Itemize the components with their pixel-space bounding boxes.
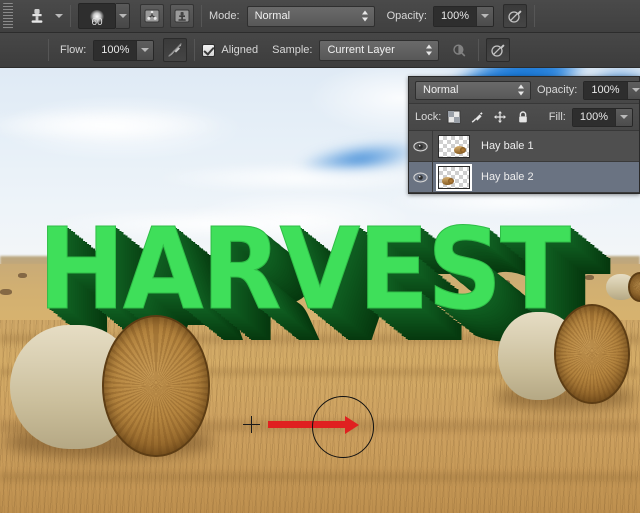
- layer-fill-field[interactable]: 100%: [572, 108, 633, 127]
- divider: [48, 39, 49, 61]
- aligned-label: Aligned: [221, 44, 258, 56]
- lock-image-pixels-icon[interactable]: [470, 110, 484, 124]
- tablet-pressure-size-icon[interactable]: [486, 38, 510, 62]
- transparent-hay-bale-thumbnail: [438, 166, 470, 189]
- distant-object: [585, 275, 594, 280]
- tool-preset-chevron-down-icon[interactable]: [55, 14, 63, 18]
- layer-blend-mode-select[interactable]: Normal: [415, 81, 531, 100]
- mode-label: Mode:: [209, 10, 240, 22]
- airbrush-icon[interactable]: [163, 38, 187, 62]
- lock-transparent-pixels-icon[interactable]: [447, 110, 461, 124]
- lock-buttons-group: [447, 110, 530, 124]
- distant-object: [18, 273, 27, 278]
- sample-label: Sample:: [272, 44, 312, 56]
- distant-object: [0, 289, 12, 295]
- opacity-label: Opacity:: [387, 10, 427, 22]
- transparent-hay-bale-thumbnail: [438, 135, 470, 158]
- layer-name: Hay bale 1: [475, 140, 534, 152]
- field-shadow-band: [0, 472, 640, 482]
- brush-size-value: 60: [79, 17, 115, 28]
- opacity-field[interactable]: 100%: [433, 6, 494, 27]
- layer-blend-mode-value: Normal: [423, 84, 458, 96]
- circular-brush-outline[interactable]: [312, 396, 374, 458]
- lock-all-icon[interactable]: [516, 110, 530, 124]
- divider: [201, 5, 202, 27]
- tool-options-bar-secondary: Flow: 100% Aligned Sample: Current Layer: [0, 33, 640, 68]
- lock-label: Lock:: [415, 111, 441, 123]
- opacity-chevron-down-icon[interactable]: [476, 7, 493, 26]
- flow-label: Flow:: [60, 44, 86, 56]
- layer-row-hay-bale-1[interactable]: Hay bale 1: [409, 131, 639, 162]
- hay-bale-right: [498, 304, 630, 410]
- sample-select[interactable]: Current Layer: [319, 40, 439, 61]
- layer-row-hay-bale-2[interactable]: Hay bale 2: [409, 162, 639, 193]
- layer-opacity-field[interactable]: 100%: [583, 81, 640, 100]
- divider: [70, 5, 71, 27]
- layers-blend-row: Normal Opacity: 100%: [409, 77, 639, 104]
- ignore-adjustment-layers-icon[interactable]: [447, 38, 471, 62]
- hay-bale-left: [10, 313, 210, 463]
- blend-mode-select[interactable]: Normal: [247, 6, 375, 27]
- brush-size-preview[interactable]: 60: [78, 3, 116, 29]
- layers-panel: Normal Opacity: 100% Lock:: [408, 76, 640, 194]
- tablet-pressure-opacity-icon[interactable]: [503, 4, 527, 28]
- lock-position-icon[interactable]: [493, 110, 507, 124]
- layer-name: Hay bale 2: [475, 171, 534, 183]
- flow-field[interactable]: 100%: [93, 40, 154, 61]
- layer-visibility-toggle[interactable]: [409, 162, 433, 193]
- toolbar-drag-grip[interactable]: [3, 3, 13, 29]
- layer-opacity-value: 100%: [584, 82, 626, 99]
- layer-visibility-toggle[interactable]: [409, 131, 433, 162]
- crosshair-icon: [243, 416, 260, 433]
- divider: [534, 5, 535, 27]
- fill-label: Fill:: [549, 111, 566, 123]
- layers-lock-row: Lock:: [409, 104, 639, 131]
- eye-icon: [413, 172, 428, 183]
- divider: [478, 39, 479, 61]
- stepper-icon: [362, 11, 369, 22]
- blend-mode-value: Normal: [255, 10, 290, 22]
- cloud: [150, 163, 450, 193]
- layer-fill-value: 100%: [573, 109, 615, 126]
- layer-thumbnail-cell[interactable]: [433, 135, 475, 158]
- clone-stamp-icon[interactable]: [25, 4, 49, 28]
- flow-chevron-down-icon[interactable]: [136, 41, 153, 60]
- brush-preset-chevron-down-icon[interactable]: [116, 3, 130, 29]
- stepper-icon: [426, 45, 433, 56]
- brush-panel-icon[interactable]: [140, 4, 164, 28]
- opacity-value: 100%: [434, 7, 476, 26]
- eye-icon: [413, 141, 428, 152]
- layer-opacity-label: Opacity:: [537, 84, 577, 96]
- layer-thumbnail-cell[interactable]: [433, 166, 475, 189]
- clone-source-panel-icon[interactable]: [170, 4, 194, 28]
- stepper-icon: [518, 85, 525, 96]
- divider: [194, 39, 195, 61]
- layer-fill-chevron-down-icon[interactable]: [615, 109, 632, 126]
- sample-value: Current Layer: [327, 44, 394, 56]
- flow-value: 100%: [94, 41, 136, 60]
- layer-opacity-chevron-down-icon[interactable]: [627, 82, 640, 99]
- tool-options-bar-primary: 60 Mode: Normal Opacity: 100%: [0, 0, 640, 33]
- aligned-checkbox[interactable]: [202, 44, 215, 57]
- hay-bale-far-right: [606, 270, 640, 304]
